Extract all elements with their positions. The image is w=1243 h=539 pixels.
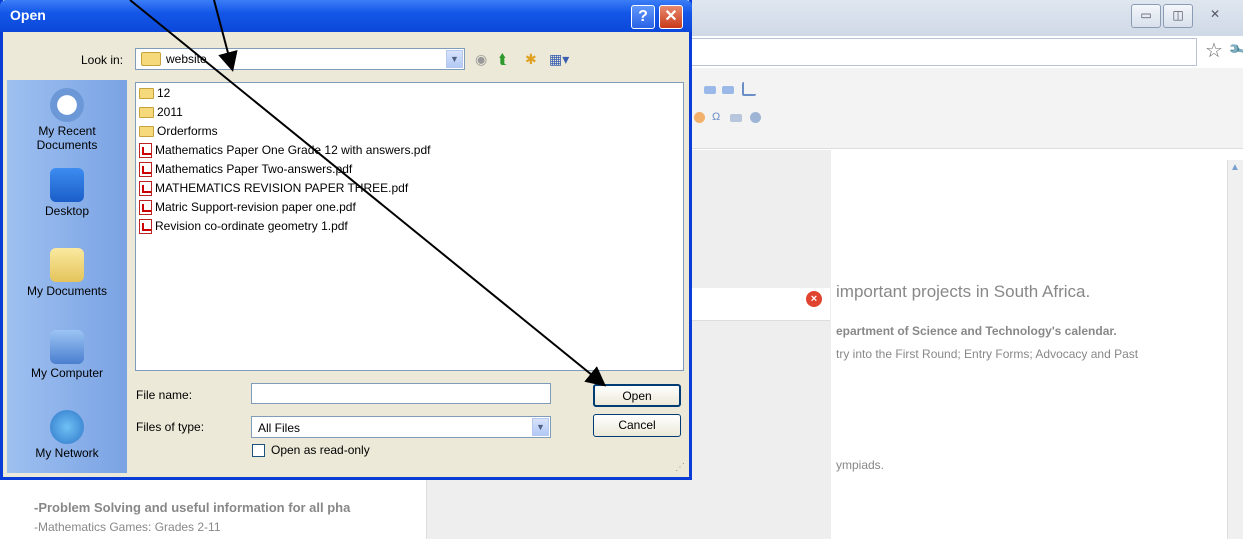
close-button[interactable]: ✕	[659, 5, 683, 29]
folder-icon	[141, 52, 161, 66]
pdf-icon	[139, 181, 152, 197]
list-item[interactable]: 12	[139, 84, 170, 103]
place-my-network[interactable]: My Network	[7, 410, 127, 460]
up-folder-icon[interactable]: ⮬	[499, 50, 507, 68]
circle-icon[interactable]	[750, 112, 761, 123]
toolbar-icon[interactable]	[704, 86, 716, 94]
files-of-type-label: Files of type:	[136, 420, 205, 434]
file-name: MATHEMATICS REVISION PAPER THREE.pdf	[155, 181, 409, 195]
look-in-label: Look in:	[81, 53, 124, 67]
folder-icon	[139, 107, 154, 119]
desktop-icon	[50, 168, 84, 202]
open-dialog: Open ? ✕ Look in: website ▼ ◉ ⮬ ✱ ▦▾ My …	[0, 0, 692, 480]
pdf-icon	[139, 200, 152, 216]
dialog-titlebar: Open ? ✕	[0, 0, 692, 32]
star-icon[interactable]: ☆	[1205, 40, 1223, 62]
look-in-dropdown[interactable]: website ▼	[135, 48, 465, 70]
network-globe-icon	[50, 410, 84, 444]
open-button[interactable]: Open	[593, 384, 681, 407]
popup-close-icon[interactable]: ×	[806, 291, 822, 307]
place-label: My Network	[35, 446, 99, 460]
scroll-up-arrow[interactable]: ▲	[1227, 160, 1243, 176]
place-label: My Documents	[26, 284, 108, 298]
math-games-text: -Mathematics Games: Grades 2-11	[34, 520, 221, 534]
new-folder-icon[interactable]: ✱	[525, 50, 537, 68]
place-label: My Recent Documents	[36, 124, 98, 152]
resize-grip-icon[interactable]: ⋰	[675, 462, 685, 473]
chevron-down-icon[interactable]: ▼	[446, 50, 463, 68]
list-item[interactable]: Revision co-ordinate geometry 1.pdf	[139, 217, 348, 236]
science-text: epartment of Science and Technology's ca…	[836, 324, 1117, 338]
file-name: Mathematics Paper One Grade 12 with answ…	[155, 143, 431, 157]
pdf-icon	[139, 162, 152, 178]
pdf-icon	[139, 143, 152, 159]
folder-icon	[139, 126, 154, 138]
place-my-documents[interactable]: My Documents	[7, 248, 127, 298]
list-item[interactable]: Mathematics Paper One Grade 12 with answ…	[139, 141, 430, 160]
maximize-button[interactable]: ◫	[1163, 4, 1193, 28]
list-item[interactable]: Matric Support-revision paper one.pdf	[139, 198, 356, 217]
file-name: Matric Support-revision paper one.pdf	[155, 200, 356, 214]
files-of-type-value: All Files	[258, 421, 301, 435]
smiley-icon[interactable]	[694, 112, 705, 123]
file-name: Orderforms	[157, 124, 218, 138]
places-bar: My Recent Documents Desktop My Documents…	[7, 80, 127, 473]
file-name: Mathematics Paper Two-answers.pdf	[155, 162, 353, 176]
list-item[interactable]: 2011	[139, 103, 183, 122]
place-my-recent-documents[interactable]: My Recent Documents	[7, 88, 127, 152]
list-item[interactable]: Mathematics Paper Two-answers.pdf	[139, 160, 352, 179]
triangle-icon[interactable]	[742, 82, 756, 96]
back-icon[interactable]: ◉	[475, 50, 487, 68]
list-item[interactable]: Orderforms	[139, 122, 218, 141]
documents-folder-icon	[50, 248, 84, 282]
projects-text: important projects in South Africa.	[836, 282, 1091, 301]
place-desktop[interactable]: Desktop	[7, 168, 127, 218]
scrollbar[interactable]	[1227, 160, 1243, 539]
entry-text: try into the First Round; Entry Forms; A…	[836, 347, 1139, 361]
problem-solving-text: -Problem Solving and useful information …	[34, 500, 351, 515]
file-name: Revision co-ordinate geometry 1.pdf	[155, 219, 348, 233]
omega-icon[interactable]: Ω	[712, 112, 723, 123]
files-of-type-dropdown[interactable]: All Files ▼	[251, 416, 551, 438]
read-only-checkbox[interactable]	[252, 444, 265, 457]
read-only-label: Open as read-only	[271, 443, 370, 457]
file-name: 12	[157, 86, 171, 100]
minimize-button[interactable]: ▭	[1131, 4, 1161, 28]
place-label: My Computer	[30, 366, 104, 380]
cancel-button[interactable]: Cancel	[593, 414, 681, 437]
view-menu-icon[interactable]: ▦▾	[549, 50, 569, 68]
place-my-computer[interactable]: My Computer	[7, 330, 127, 380]
editor-toolbar: Ω	[686, 68, 1243, 149]
file-name-label: File name:	[136, 388, 193, 402]
address-bar[interactable]	[686, 38, 1197, 66]
computer-icon	[50, 330, 84, 364]
table-icon[interactable]	[730, 114, 742, 122]
file-name: 2011	[157, 105, 183, 119]
look-in-value: website	[166, 52, 207, 66]
file-list[interactable]: 12 2011 Orderforms Mathematics Paper One…	[135, 82, 684, 371]
olympiads-text: ympiads.	[836, 458, 885, 472]
wrench-icon[interactable]: 🔧	[1226, 36, 1243, 66]
window-close-button[interactable]: ✕	[1195, 4, 1235, 26]
folder-icon	[139, 88, 154, 100]
help-button[interactable]: ?	[631, 5, 655, 29]
place-label: Desktop	[44, 204, 90, 218]
file-name-input[interactable]	[251, 383, 551, 404]
pdf-icon	[139, 219, 152, 235]
chevron-down-icon[interactable]: ▼	[532, 418, 549, 436]
dialog-title: Open	[10, 7, 46, 23]
toolbar-icon[interactable]	[722, 86, 734, 94]
clock-icon	[50, 88, 84, 122]
list-item[interactable]: MATHEMATICS REVISION PAPER THREE.pdf	[139, 179, 408, 198]
